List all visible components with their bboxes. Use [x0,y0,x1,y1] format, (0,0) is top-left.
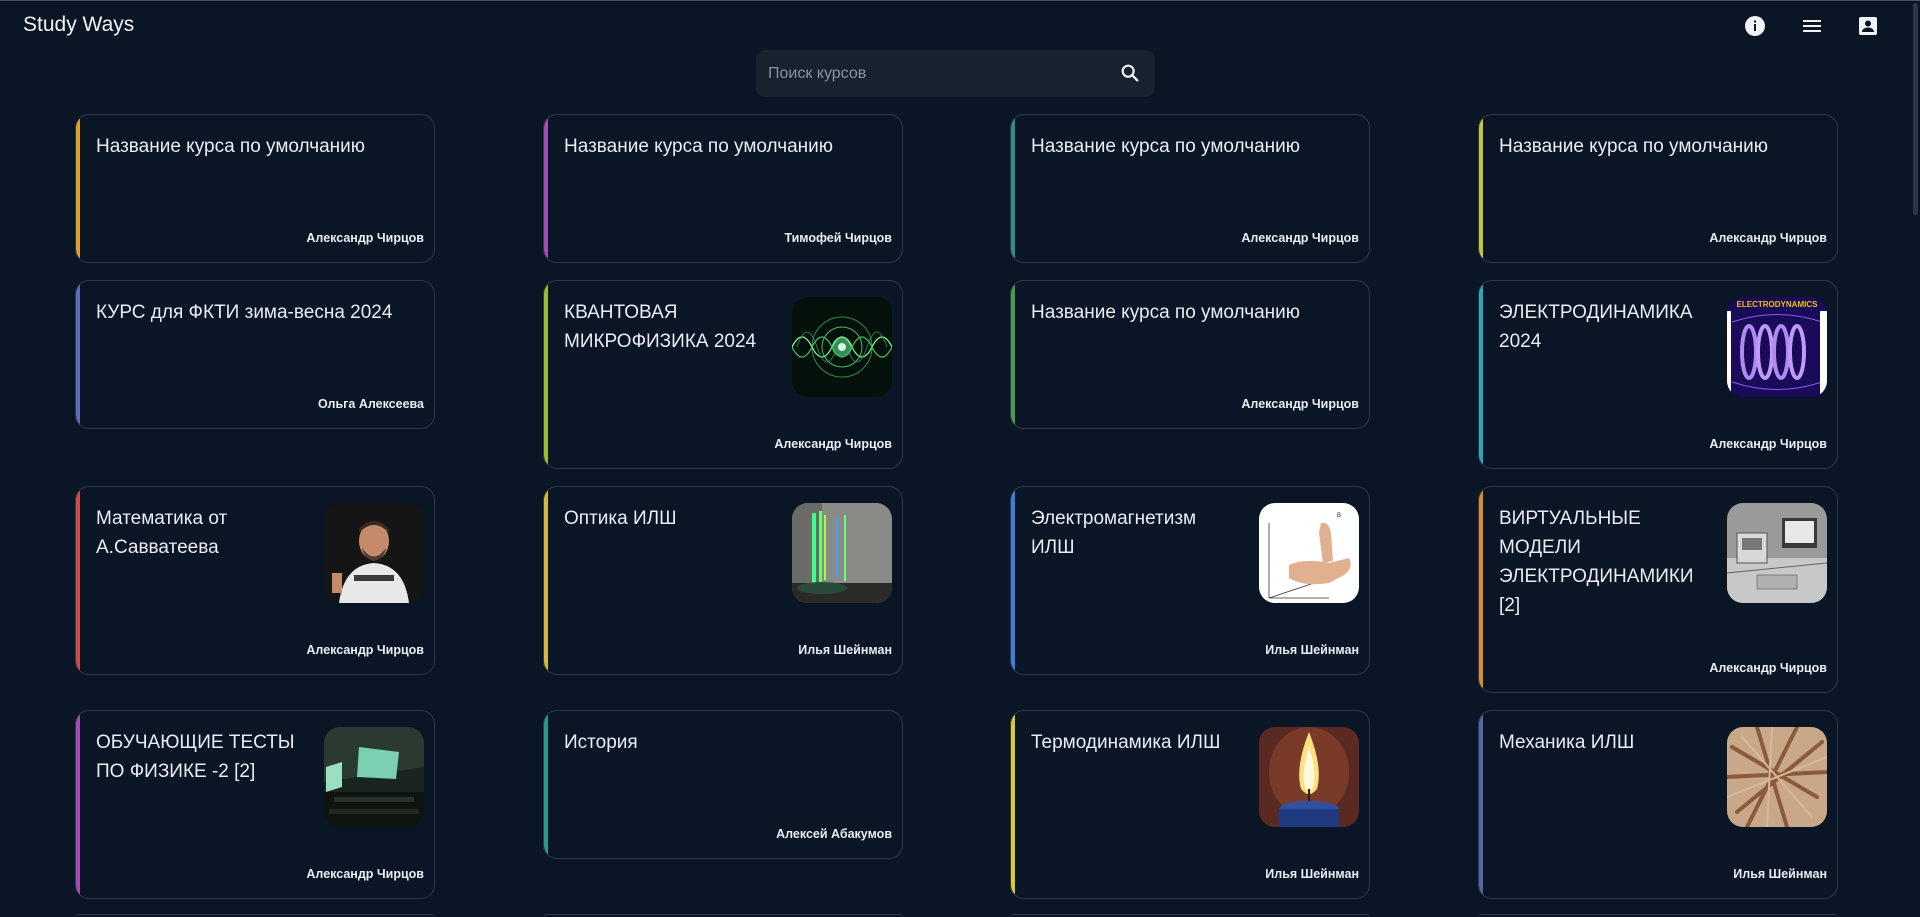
course-title: Название курса по умолчанию [564,136,834,157]
course-card[interactable]: ВИРТУАЛЬНЫЕ МОДЕЛИ ЭЛЕКТРОДИНАМИКИ [2] А… [1478,486,1838,693]
course-author: Илья Шейнман [798,643,892,657]
card-accent [1479,487,1483,692]
course-author: Александр Чирцов [1241,231,1359,245]
course-title: КУРС для ФКТИ зима-весна 2024 [96,302,393,323]
course-author: Александр Чирцов [774,437,892,451]
app-root: Study Ways Название курса по умолчанию А… [0,0,1920,917]
card-accent [76,711,80,898]
course-card[interactable]: Термодинамика ИЛШ Илья Шейнман [1010,710,1370,899]
course-author: Александр Чирцов [306,643,424,657]
course-title: История [564,732,638,753]
course-card[interactable]: КВАНТОВАЯ МИКРОФИЗИКА 2024 Александр Чир… [543,280,903,469]
candle-flame-image [1259,727,1359,827]
course-card[interactable]: История Алексей Абакумов [543,710,903,859]
course-title: Название курса по умолчанию [1499,136,1769,157]
lab-sketch-image [1727,503,1827,603]
card-accent [1479,115,1483,262]
course-title: Электромагнетизм ИЛШ [1031,508,1197,558]
course-card[interactable]: Название курса по умолчанию Александр Чи… [1478,114,1838,263]
course-card[interactable]: КУРС для ФКТИ зима-весна 2024 Ольга Алек… [75,280,435,429]
electrodynamics-image: ELECTRODYNAMICS [1727,297,1827,397]
course-card[interactable]: Электромагнетизм ИЛШ B Илья Шейнман [1010,486,1370,675]
card-accent [1479,711,1483,898]
account-box-icon[interactable] [1856,14,1880,38]
course-author: Алексей Абакумов [776,827,892,841]
course-card[interactable]: Название курса по умолчанию Александр Чи… [1010,280,1370,429]
course-author: Александр Чирцов [1241,397,1359,411]
card-accent [1011,281,1015,428]
course-author: Александр Чирцов [306,231,424,245]
course-author: Александр Чирцов [1709,437,1827,451]
course-title: Механика ИЛШ [1499,732,1635,753]
wood-sticks-image [1727,727,1827,827]
course-author: Александр Чирцов [1709,661,1827,675]
course-card[interactable]: Математика от А.Савватеева Александр Чир… [75,486,435,675]
search-input[interactable] [768,50,1108,97]
course-author: Илья Шейнман [1265,867,1359,881]
course-title: ВИРТУАЛЬНЫЕ МОДЕЛИ ЭЛЕКТРОДИНАМИКИ [2] [1499,508,1694,616]
hand-rule-image: B [1259,503,1359,603]
course-card[interactable]: Оптика ИЛШ Илья Шейнман [543,486,903,675]
course-title: ОБУЧАЮЩИЕ ТЕСТЫ ПО ФИЗИКЕ -2 [2] [96,732,295,782]
card-accent [1011,487,1015,674]
card-accent [1011,115,1015,262]
card-accent [1479,281,1483,468]
course-author: Александр Чирцов [306,867,424,881]
spectrum-image [792,503,892,603]
course-card[interactable]: ОБУЧАЮЩИЕ ТЕСТЫ ПО ФИЗИКЕ -2 [2] Алексан… [75,710,435,899]
top-bar: Study Ways [0,1,1920,51]
card-accent [76,281,80,428]
lecture-hall-image [324,727,424,827]
course-title: Название курса по умолчанию [1031,136,1301,157]
course-author: Илья Шейнман [1733,867,1827,881]
course-card[interactable]: ЭЛЕКТРОДИНАМИКА 2024 ELECTRODYNAMICS Але… [1478,280,1838,469]
course-card[interactable]: Механика ИЛШ Илья Шейнман [1478,710,1838,899]
course-title: ЭЛЕКТРОДИНАМИКА 2024 [1499,302,1693,352]
course-author: Ольга Алексеева [318,397,424,411]
card-accent [544,711,548,858]
card-accent [544,281,548,468]
course-author: Тимофей Чирцов [784,231,892,245]
info-icon[interactable] [1743,14,1767,38]
card-accent [1011,711,1015,898]
course-title: Оптика ИЛШ [564,508,677,529]
lecturer-photo [324,503,424,603]
course-title: Математика от А.Савватеева [96,508,228,558]
card-accent [76,115,80,262]
course-card[interactable]: Название курса по умолчанию Тимофей Чирц… [543,114,903,263]
search-icon[interactable] [1119,62,1141,84]
scrollbar-thumb[interactable] [1913,3,1918,215]
card-accent [544,487,548,674]
app-title[interactable]: Study Ways [23,13,134,37]
course-title: КВАНТОВАЯ МИКРОФИЗИКА 2024 [564,302,757,352]
course-title: Название курса по умолчанию [96,136,366,157]
quantum-waves-image [792,297,892,397]
course-title: Термодинамика ИЛШ [1031,732,1221,753]
course-card[interactable]: Название курса по умолчанию Александр Чи… [1010,114,1370,263]
image-caption: ELECTRODYNAMICS [1737,300,1819,309]
course-title: Название курса по умолчанию [1031,302,1301,323]
course-card[interactable]: Название курса по умолчанию Александр Чи… [75,114,435,263]
course-author: Александр Чирцов [1709,231,1827,245]
course-author: Илья Шейнман [1265,643,1359,657]
search-box [756,50,1155,97]
card-accent [544,115,548,262]
svg-text:B: B [1337,513,1341,519]
card-accent [76,487,80,674]
menu-icon[interactable] [1800,14,1824,38]
